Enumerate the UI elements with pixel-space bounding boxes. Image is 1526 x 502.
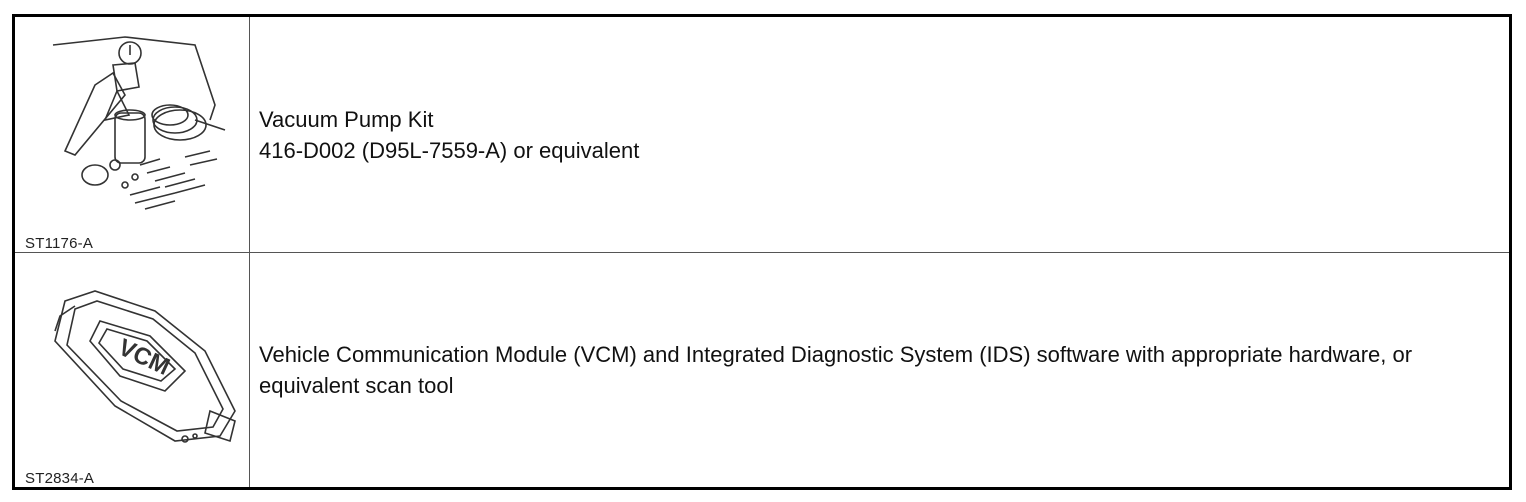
figure-label: ST1176-A [25, 235, 94, 252]
vacuum-pump-kit-illustration-icon [52, 36, 226, 210]
vcm-logo-text: VCM [114, 334, 174, 381]
table-row: VCM ST2834-A Vehicle Communication Modul… [15, 253, 1509, 487]
special-tools-table: ST1176-A Vacuum Pump Kit 416-D002 (D95L-… [12, 14, 1512, 490]
tool-image-cell: ST1176-A [15, 17, 250, 252]
figure-label: ST2834-A [25, 470, 95, 487]
tool-name: Vacuum Pump Kit [259, 106, 434, 132]
vcm-module-illustration-icon: VCM [54, 290, 236, 443]
table-row: ST1176-A Vacuum Pump Kit 416-D002 (D95L-… [15, 17, 1509, 253]
tool-description-cell: Vacuum Pump Kit 416-D002 (D95L-7559-A) o… [250, 17, 1509, 252]
tool-part-number: 416-D002 (D95L-7559-A) or equivalent [259, 137, 640, 163]
tool-description-cell: Vehicle Communication Module (VCM) and I… [250, 253, 1509, 487]
tool-image-cell: VCM ST2834-A [15, 253, 250, 487]
tool-description: Vehicle Communication Module (VCM) and I… [259, 342, 1419, 398]
